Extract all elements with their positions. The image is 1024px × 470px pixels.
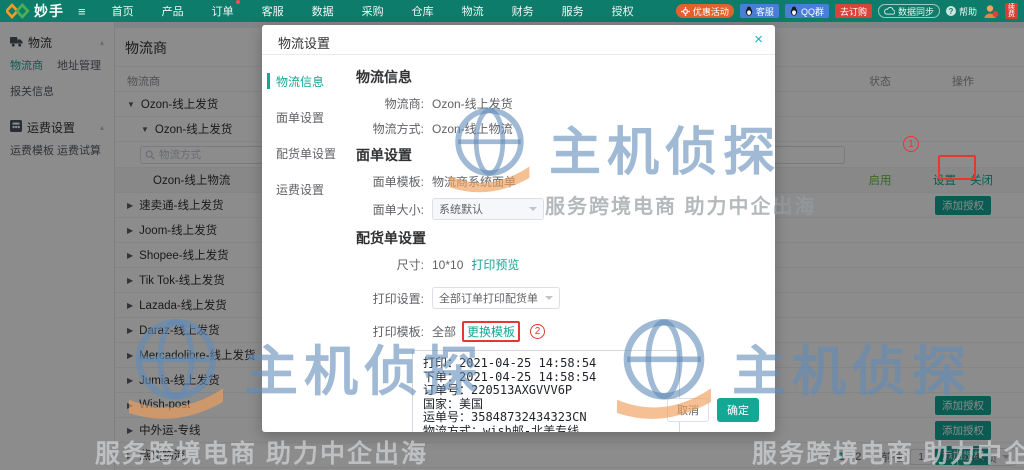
annotation-box-settings [938, 155, 976, 180]
print-setting-label: 打印设置: [372, 291, 424, 306]
cancel-button[interactable]: 取消 [667, 398, 709, 422]
person-icon [984, 5, 999, 18]
picking-size-value: 10*10 [432, 257, 464, 272]
print-preview-link[interactable]: 打印预览 [471, 256, 519, 273]
preview-line: 运单号：35848732434323CN [423, 410, 587, 424]
sheet-template-label: 面单模板: [372, 175, 424, 189]
sheet-template-value: 物流商系统面单 [432, 175, 517, 189]
top-navbar: 妙手 ≡ 首页 产品 订单 客服 数据 采购 仓库 物流 财务 服务 授权 优惠活动 客服 QQ群 … [0, 0, 1024, 22]
method-label: 物流方式: [372, 122, 424, 136]
nav-item-服务[interactable]: 服务 [548, 3, 598, 19]
sheet-size-label: 面单大小: [372, 202, 424, 217]
modal-title: 物流设置 [278, 36, 331, 51]
modal-footer: 取消 确定 [667, 398, 759, 422]
preview-line: 打印：2021-04-25 14:58:54 [423, 356, 597, 370]
logo-diamonds-icon [6, 3, 30, 19]
close-icon[interactable]: × [754, 31, 763, 48]
nav-item-仓库[interactable]: 仓库 [398, 3, 448, 19]
nav-item-首页[interactable]: 首页 [98, 3, 148, 19]
nav-item-授权[interactable]: 授权 [598, 3, 648, 19]
provider-label: 物流商: [384, 97, 424, 111]
modal-tab-运费设置[interactable]: 运费设置 [262, 171, 344, 207]
renew-badge[interactable]: 续费 [1005, 3, 1018, 19]
hamburger-icon[interactable]: ≡ [78, 4, 86, 19]
notification-dot [235, 0, 240, 4]
help-button[interactable]: ? 帮助 [945, 5, 977, 18]
cloud-icon [884, 7, 895, 15]
picking-size-label: 尺寸: [396, 258, 424, 272]
qq-group-button[interactable]: QQ群 [784, 4, 829, 18]
data-sync-button[interactable]: 数据同步 [877, 4, 940, 18]
app-logo: 妙手 [6, 1, 64, 21]
modal-content: 物流信息 物流商: Ozon-线上发货 物流方式: Ozon-线上物流 面单设置… [344, 55, 775, 432]
nav-item-物流[interactable]: 物流 [448, 3, 498, 19]
kefu-button[interactable]: 客服 [739, 4, 779, 18]
qq-penguin-icon [745, 6, 753, 16]
chevron-down-icon [545, 296, 553, 304]
section-sheet-settings: 面单设置 [356, 147, 412, 163]
nav-item-财务[interactable]: 财务 [498, 3, 548, 19]
preview-line: 下单：2021-04-25 14:58:54 [423, 369, 597, 384]
navbar-actions: 优惠活动 客服 QQ群 去订购 数据同步 ? 帮助 续费 [675, 3, 1018, 19]
logistics-settings-modal: 物流设置 × 物流信息 面单设置 配货单设置 运费设置 物流信息 物流商: Ozon-… [262, 25, 775, 432]
section-logistics-info: 物流信息 [356, 69, 412, 85]
section-picking-settings: 配货单设置 [356, 230, 426, 246]
app-name: 妙手 [34, 3, 64, 19]
nav-item-数据[interactable]: 数据 [298, 3, 348, 19]
nav-item-订单[interactable]: 订单 [198, 0, 248, 19]
provider-value: Ozon-线上发货 [432, 97, 513, 111]
preview-line: 订单号：220513AXGVVV6P [423, 383, 573, 397]
annotation-box-change-template: 更换模板 [462, 321, 521, 342]
method-value: Ozon-线上物流 [432, 122, 513, 136]
nav-item-客服[interactable]: 客服 [248, 3, 298, 19]
qq-penguin-icon [790, 6, 798, 16]
modal-nav: 物流信息 面单设置 配货单设置 运费设置 [262, 55, 344, 432]
preview-line: 物流方式：wish邮-北美专线 [423, 423, 580, 432]
preview-line: 国家：美国 [423, 396, 484, 411]
user-avatar[interactable] [983, 3, 999, 19]
annotation-step-2: 2 [530, 324, 546, 339]
chevron-down-icon [529, 207, 537, 215]
question-icon: ? [945, 6, 956, 16]
main-menu: 首页 产品 订单 客服 数据 采购 仓库 物流 财务 服务 授权 [98, 0, 648, 19]
nav-item-采购[interactable]: 采购 [348, 3, 398, 19]
annotation-step-1: 1 [903, 136, 919, 152]
gear-icon [680, 6, 690, 16]
modal-tab-面单设置[interactable]: 面单设置 [262, 99, 344, 135]
print-setting-select[interactable]: 全部订单打印配货单 [432, 287, 560, 309]
change-template-link[interactable]: 更换模板 [467, 325, 515, 339]
print-template-label: 打印模板: [372, 325, 424, 339]
promo-button[interactable]: 优惠活动 [675, 4, 734, 18]
print-template-value: 全部 [432, 325, 457, 339]
modal-tab-配货单设置[interactable]: 配货单设置 [262, 135, 344, 171]
confirm-button[interactable]: 确定 [717, 398, 759, 422]
sheet-size-select[interactable]: 系统默认 [432, 198, 544, 220]
modal-header: 物流设置 × [262, 25, 775, 55]
order-button[interactable]: 去订购 [834, 4, 872, 18]
nav-item-产品[interactable]: 产品 [148, 3, 198, 19]
modal-tab-物流信息[interactable]: 物流信息 [262, 63, 344, 99]
print-preview-box: 打印：2021-04-25 14:58:54 下单：2021-04-25 14:5… [412, 350, 680, 432]
